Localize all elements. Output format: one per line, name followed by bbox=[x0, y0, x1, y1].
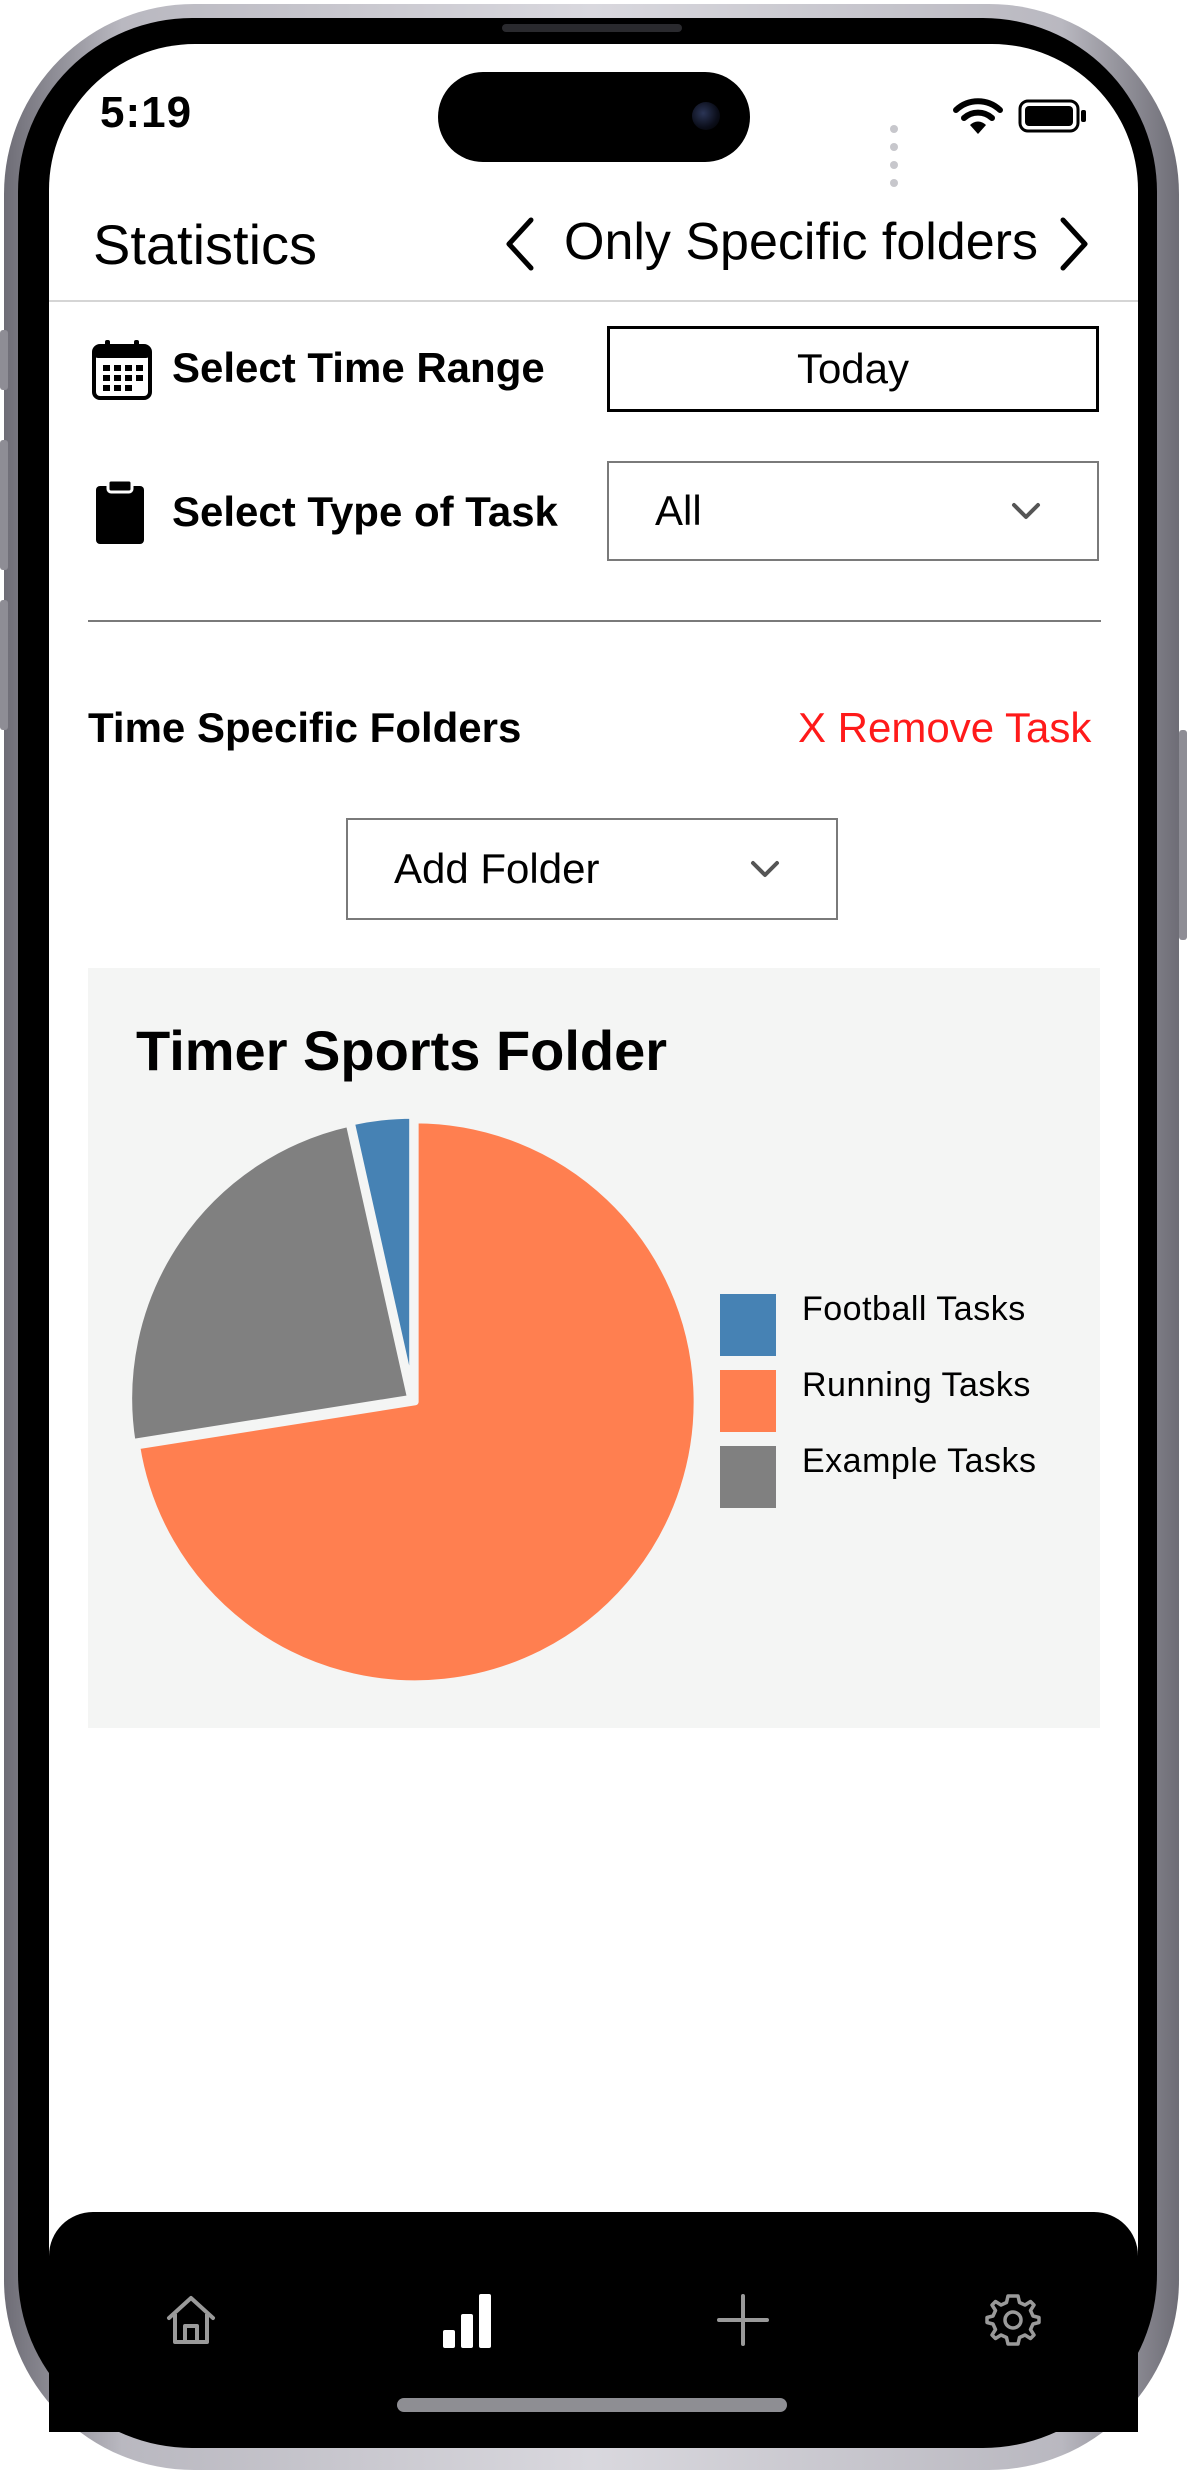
task-type-value: All bbox=[655, 487, 702, 534]
legend-label: Football Tasks bbox=[802, 1290, 1026, 1328]
gear-icon bbox=[985, 2294, 1041, 2346]
page-title: Statistics bbox=[93, 213, 318, 276]
home-icon bbox=[167, 2296, 215, 2344]
add-folder-label: Add Folder bbox=[394, 845, 600, 892]
chevron-down-icon bbox=[751, 861, 779, 877]
plus-icon bbox=[717, 2294, 769, 2346]
legend-label: Example Tasks bbox=[802, 1442, 1037, 1480]
volume-up-button bbox=[0, 440, 8, 570]
chevron-down-icon bbox=[1012, 503, 1040, 519]
bar-chart-icon bbox=[443, 2294, 491, 2348]
legend-item: Example Tasks bbox=[720, 1442, 1037, 1510]
chevron-right-icon[interactable] bbox=[1053, 214, 1093, 274]
cellular-signal-icon bbox=[890, 120, 902, 192]
tab-bar bbox=[49, 2212, 1138, 2432]
section-divider bbox=[88, 620, 1101, 622]
time-range-value: Today bbox=[796, 345, 910, 392]
legend-label: Running Tasks bbox=[802, 1366, 1031, 1404]
task-type-label: Select Type of Task bbox=[172, 488, 558, 535]
tab-statistics[interactable] bbox=[431, 2284, 503, 2356]
clipboard-icon bbox=[96, 478, 144, 544]
power-button bbox=[1179, 730, 1187, 940]
nav-bar: Statistics Only Specific folders bbox=[49, 196, 1138, 302]
tab-home[interactable] bbox=[155, 2284, 227, 2356]
legend-item: Football Tasks bbox=[720, 1290, 1026, 1358]
tab-settings[interactable] bbox=[977, 2284, 1049, 2356]
add-folder-select[interactable]: Add Folder bbox=[346, 818, 838, 920]
status-time: 5:19 bbox=[100, 88, 193, 137]
legend-item: Running Tasks bbox=[720, 1366, 1031, 1434]
chevron-left-icon[interactable] bbox=[501, 214, 541, 274]
task-type-select[interactable]: All bbox=[607, 461, 1099, 561]
time-range-label: Select Time Range bbox=[172, 344, 545, 391]
legend-swatch bbox=[720, 1446, 776, 1508]
legend-swatch bbox=[720, 1294, 776, 1356]
tab-add[interactable] bbox=[707, 2284, 779, 2356]
volume-down-button bbox=[0, 600, 8, 730]
camera-icon bbox=[692, 102, 720, 130]
battery-icon bbox=[1018, 99, 1086, 133]
section-title: Time Specific Folders bbox=[88, 704, 522, 751]
view-mode-label: Only Specific folders bbox=[564, 213, 1038, 271]
dynamic-island bbox=[438, 72, 750, 162]
home-indicator bbox=[397, 2398, 787, 2412]
wifi-icon bbox=[953, 98, 1003, 134]
chart-card: Timer Sports Folder Football Tasks Runnin… bbox=[88, 968, 1100, 1728]
time-range-button[interactable]: Today bbox=[607, 326, 1099, 412]
legend-swatch bbox=[720, 1370, 776, 1432]
calendar-icon bbox=[92, 340, 152, 400]
remove-task-button[interactable]: X Remove Task bbox=[798, 704, 1091, 752]
side-button bbox=[0, 330, 8, 390]
speaker-grille bbox=[502, 24, 682, 32]
